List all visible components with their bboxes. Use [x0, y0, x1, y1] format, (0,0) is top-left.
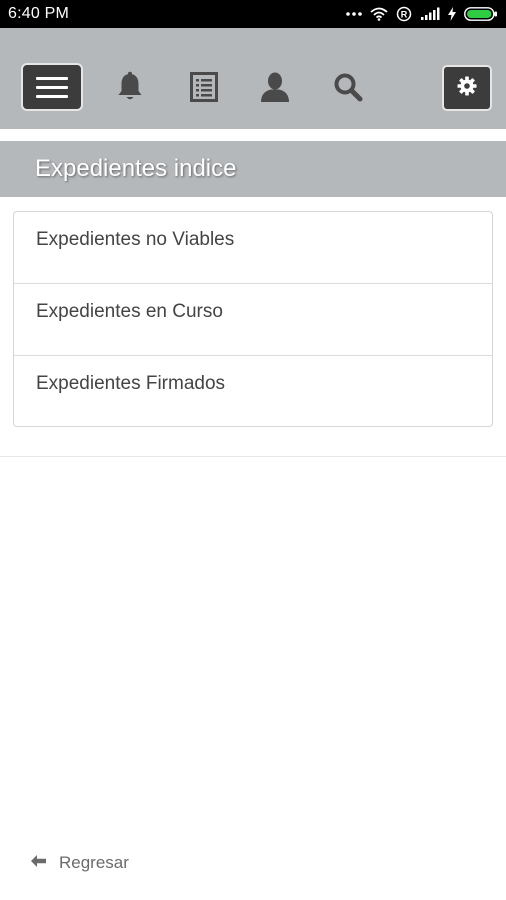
list-item-en-curso[interactable]: Expedientes en Curso [14, 284, 492, 356]
gear-icon [457, 76, 477, 101]
signal-icon [420, 7, 440, 21]
back-label: Regresar [59, 853, 129, 872]
hamburger-bar [36, 94, 68, 98]
back-link[interactable]: Regresar [30, 853, 129, 873]
status-bar: 6:40 PM R [0, 0, 506, 28]
section-header: Expedientes indice [0, 141, 506, 197]
more-dots-icon [346, 11, 362, 17]
hamburger-icon [36, 76, 68, 80]
list-item-firmados[interactable]: Expedientes Firmados [14, 356, 492, 428]
user-icon[interactable] [258, 70, 292, 104]
toolbar [0, 28, 506, 129]
charging-icon [448, 7, 456, 21]
list-item-no-viables[interactable]: Expedientes no Viables [14, 212, 492, 284]
search-icon[interactable] [331, 70, 365, 104]
wifi-icon [370, 7, 388, 21]
divider [0, 456, 506, 457]
expedientes-list: Expedientes no Viables Expedientes en Cu… [13, 211, 493, 427]
svg-text:R: R [401, 10, 408, 20]
bell-icon[interactable] [113, 70, 147, 104]
arrow-left-icon [30, 853, 47, 873]
list-document-icon[interactable] [187, 70, 221, 104]
hamburger-bar [36, 85, 68, 89]
battery-icon [464, 7, 498, 21]
status-icons: R [346, 6, 498, 22]
settings-button[interactable] [442, 65, 492, 111]
page-title: Expedientes indice [35, 155, 237, 182]
status-time: 6:40 PM [8, 5, 69, 22]
registered-icon: R [396, 6, 412, 22]
menu-button[interactable] [21, 63, 83, 111]
